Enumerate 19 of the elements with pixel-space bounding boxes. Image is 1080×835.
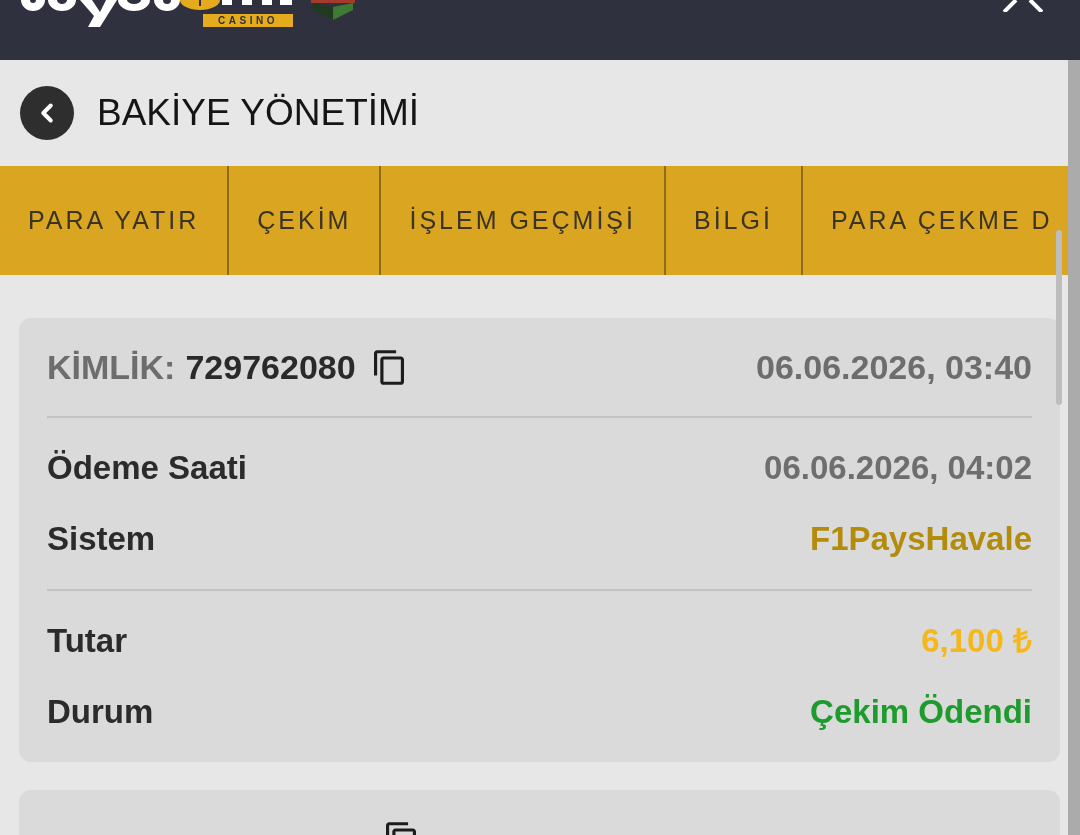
id-number: 729762080	[185, 346, 356, 388]
created-date: 06.06.2026, 03:40	[755, 346, 1032, 388]
scrollbar[interactable]	[1068, 60, 1080, 835]
detail-label: Ödeme Saati	[47, 447, 247, 488]
copy-icon[interactable]	[373, 349, 404, 385]
logo-badge: CASINO	[203, 14, 293, 27]
detail-value: 06.06.2026, 04:02	[764, 447, 1032, 488]
detail-label: Tutar	[47, 620, 128, 661]
close-icon[interactable]	[1003, 0, 1043, 12]
detail-label: Sistem	[47, 518, 156, 559]
detail-label: Durum	[47, 691, 154, 732]
cube-icon	[311, 0, 355, 20]
scroll-thumb[interactable]	[1056, 230, 1062, 405]
detail-value: 6,100 ₺	[921, 620, 1032, 661]
back-button[interactable]	[20, 86, 74, 140]
detail-value: F1PaysHavale	[810, 518, 1032, 559]
detail-value: Çekim Ödendi	[810, 691, 1032, 732]
id-label: KİMLİK:	[47, 346, 176, 388]
page-title: BAKİYE YÖNETİMİ	[97, 91, 420, 136]
